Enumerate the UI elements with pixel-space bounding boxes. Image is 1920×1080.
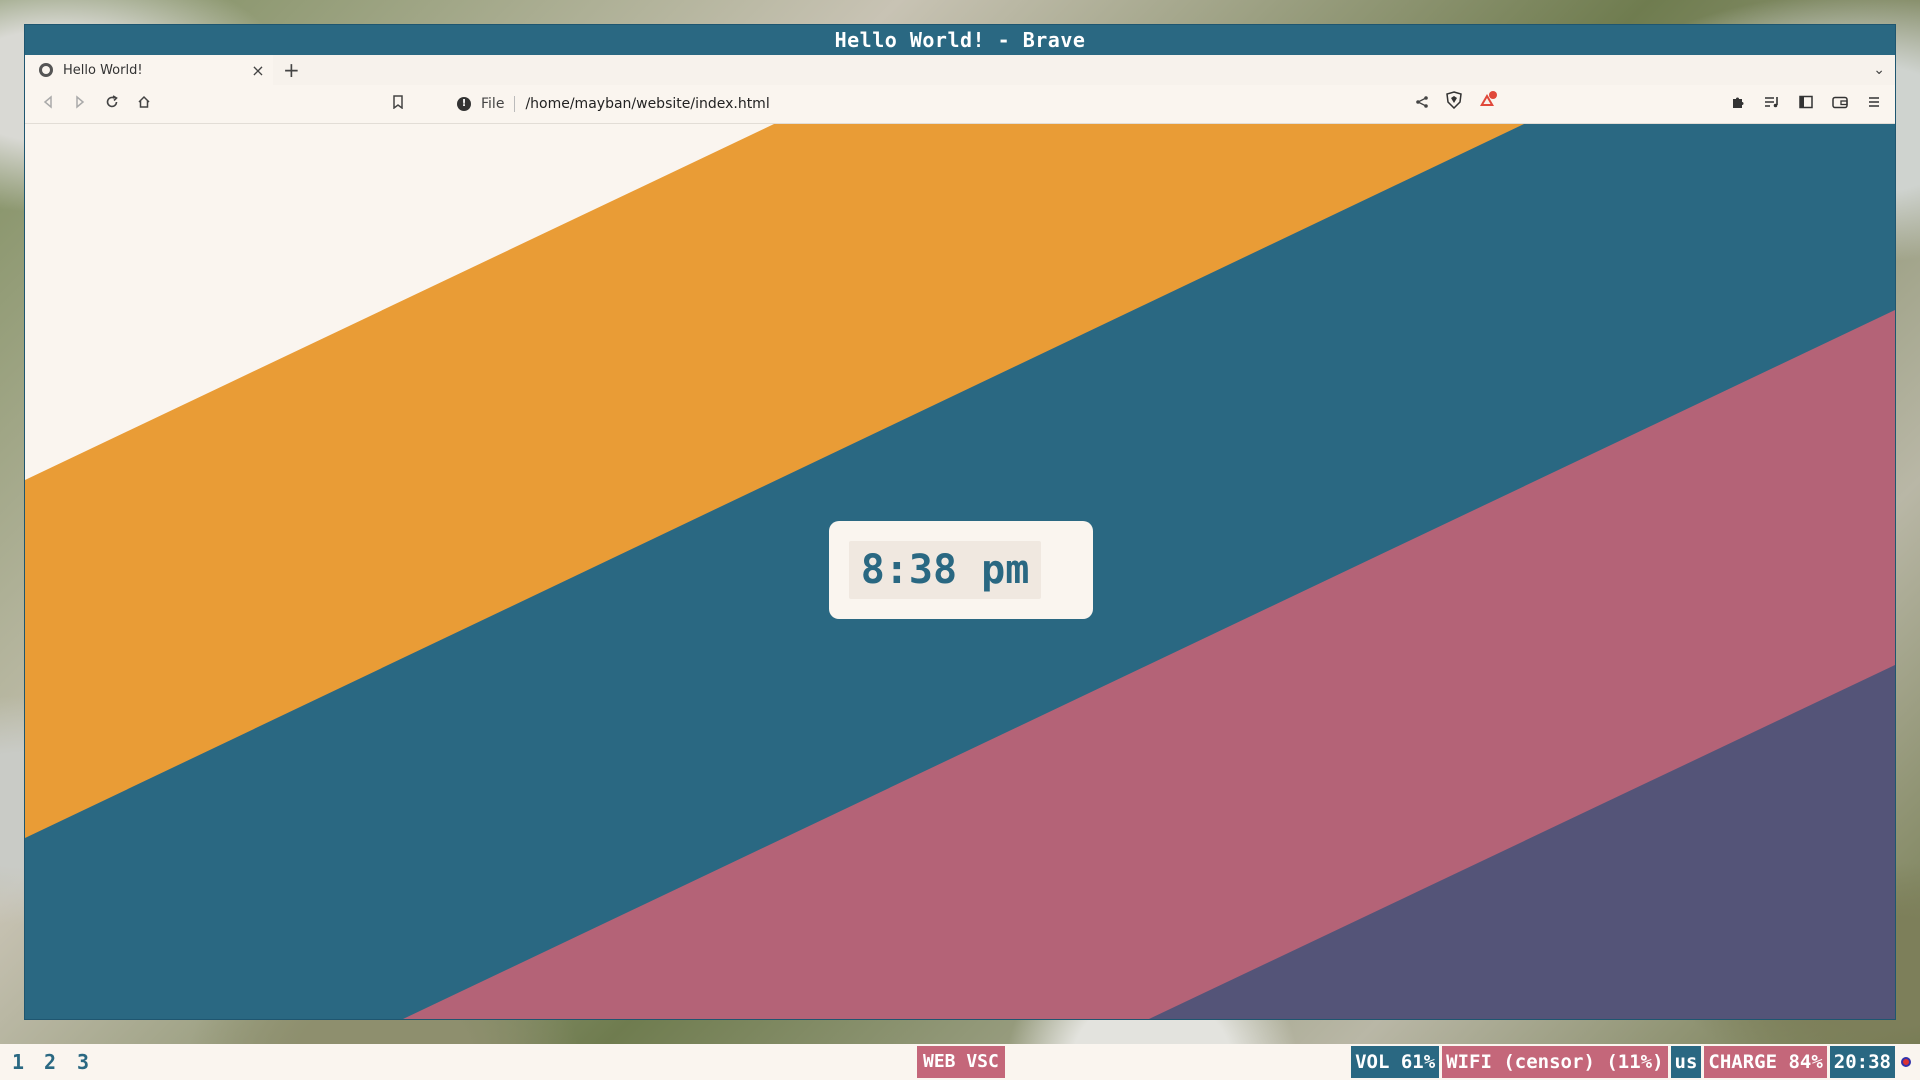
forward-icon[interactable]	[67, 85, 93, 123]
tab-close-button[interactable]: ×	[247, 61, 269, 80]
workspace-2[interactable]: 2	[44, 1044, 56, 1080]
open-apps-indicator[interactable]: WEB VSC	[917, 1046, 1005, 1078]
status-area: VOL 61% WIFI (censor) (11%) us CHARGE 84…	[1348, 1046, 1920, 1078]
playlist-icon[interactable]	[1759, 85, 1785, 123]
tab-hello-world[interactable]: Hello World! ×	[25, 55, 273, 85]
navigation-toolbar: ! File /home/mayban/website/index.html	[25, 85, 1895, 124]
site-info-icon[interactable]: !	[457, 97, 471, 111]
address-bar[interactable]: ! File /home/mayban/website/index.html	[415, 89, 1525, 119]
globe-icon	[39, 63, 53, 77]
workspace-3[interactable]: 3	[77, 1044, 89, 1080]
bookmark-icon[interactable]	[385, 85, 411, 123]
window-title: Hello World! - Brave	[25, 25, 1895, 55]
browser-window: Hello World! - Brave Hello World! × + ⌄ …	[24, 24, 1896, 1020]
new-tab-button[interactable]: +	[283, 55, 300, 85]
share-icon[interactable]	[1409, 85, 1435, 123]
tab-search-button[interactable]: ⌄	[1873, 55, 1885, 85]
sidebar-icon[interactable]	[1793, 85, 1819, 123]
tab-title: Hello World!	[63, 62, 143, 78]
clock-status: 20:38	[1829, 1046, 1895, 1078]
extensions-icon[interactable]	[1725, 85, 1751, 123]
clock-display: 8:38 pm	[849, 541, 1041, 599]
menu-icon[interactable]	[1861, 85, 1887, 123]
back-icon[interactable]	[35, 85, 61, 123]
workspace-1[interactable]: 1	[12, 1044, 24, 1080]
brave-rewards-icon[interactable]	[1475, 85, 1501, 123]
brave-shield-icon[interactable]	[1441, 85, 1467, 123]
page-content: 8:38 pm	[25, 124, 1895, 1019]
address-separator	[514, 96, 516, 112]
clock-card: 8:38 pm	[829, 521, 1093, 619]
wallet-icon[interactable]	[1827, 85, 1853, 123]
tab-bar: Hello World! × + ⌄	[25, 55, 1895, 85]
taskbar: 1 2 3 WEB VSC VOL 61% WIFI (censor) (11%…	[0, 1044, 1920, 1080]
keyboard-layout-status[interactable]: us	[1670, 1046, 1702, 1078]
address-url[interactable]: /home/mayban/website/index.html	[525, 96, 769, 112]
reload-icon[interactable]	[99, 85, 125, 123]
home-icon[interactable]	[131, 85, 157, 123]
tray-icon[interactable]	[1898, 1046, 1920, 1078]
wifi-status[interactable]: WIFI (censor) (11%)	[1442, 1046, 1668, 1078]
volume-status[interactable]: VOL 61%	[1351, 1046, 1440, 1078]
address-scheme: File	[481, 96, 505, 112]
battery-status: CHARGE 84%	[1704, 1046, 1827, 1078]
